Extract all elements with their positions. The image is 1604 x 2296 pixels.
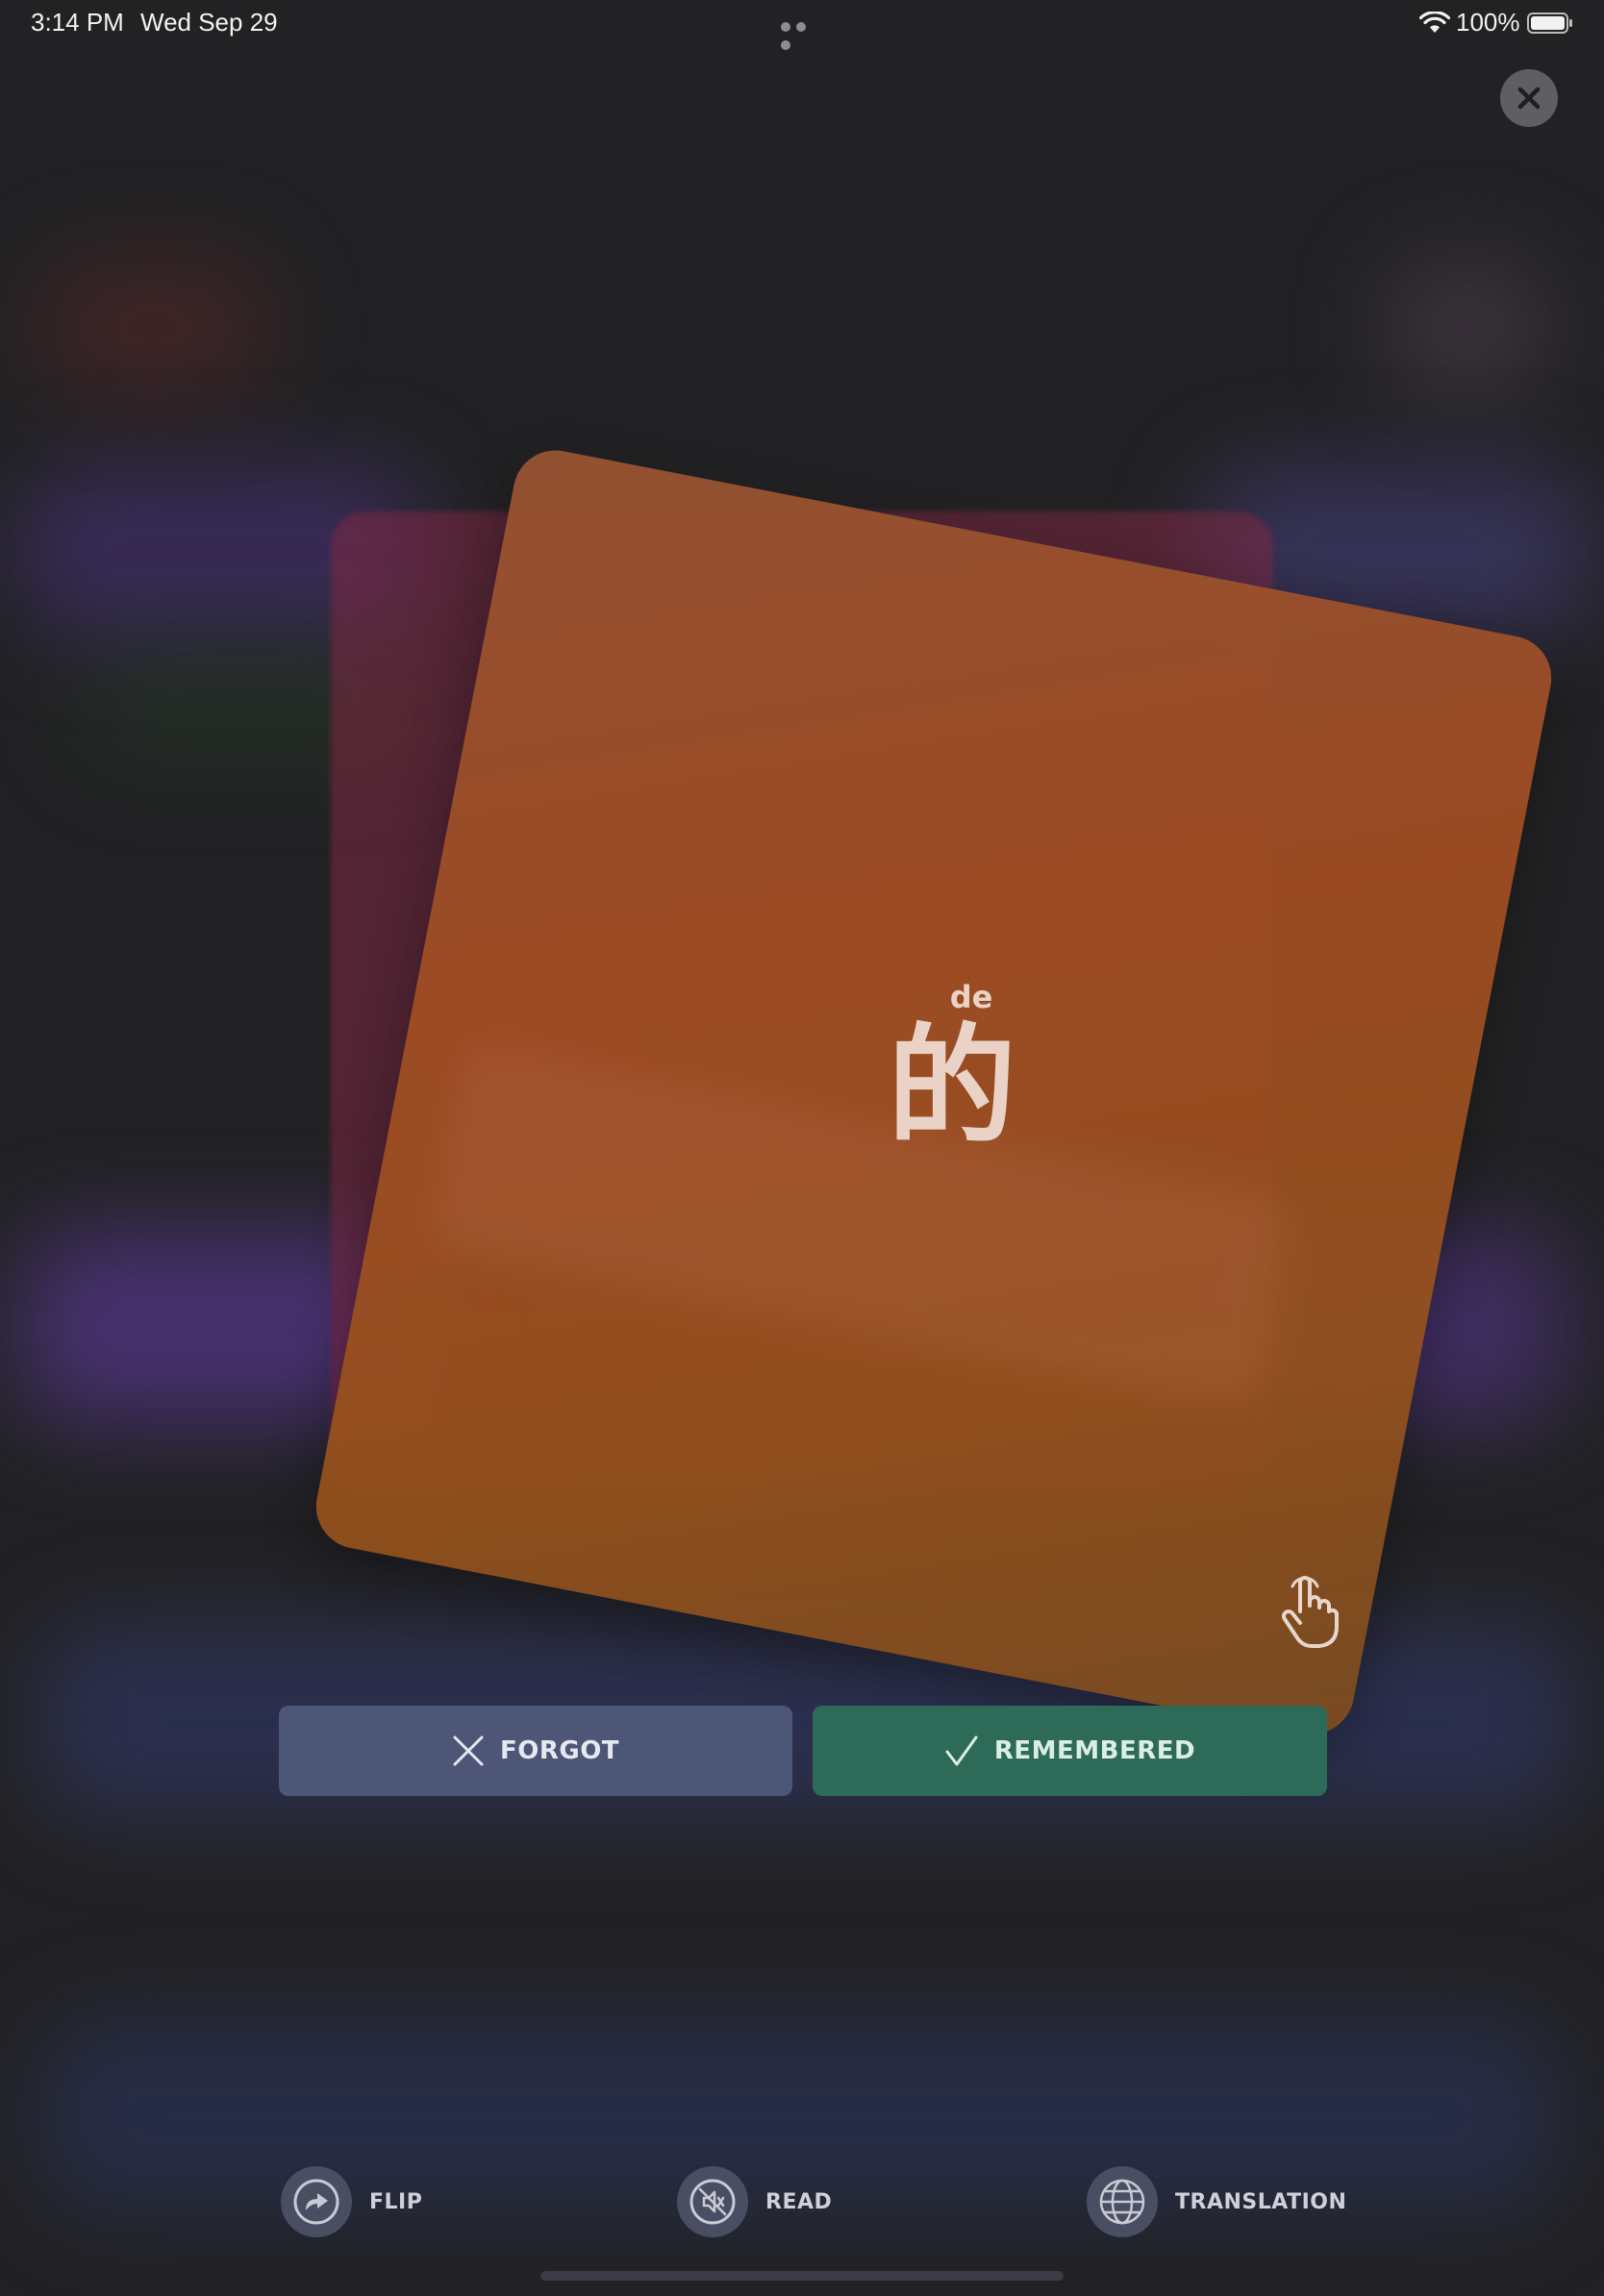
translation-label: TRANSLATION <box>1175 2189 1347 2214</box>
close-icon <box>1517 87 1541 110</box>
flip-label: FLIP <box>369 2189 423 2214</box>
forgot-button[interactable]: FORGOT <box>279 1706 792 1796</box>
remembered-label: REMEMBERED <box>993 1736 1196 1765</box>
home-indicator[interactable] <box>540 2271 1064 2281</box>
read-action[interactable]: READ <box>677 2165 832 2238</box>
multitasking-dots-icon[interactable] <box>781 17 823 50</box>
battery-icon <box>1527 12 1572 34</box>
status-time: 3:14 PM <box>31 8 124 37</box>
flip-action[interactable]: FLIP <box>281 2165 422 2238</box>
battery-percent: 100% <box>1456 8 1520 37</box>
status-bar: 3:14 PM Wed Sep 29 100% <box>0 0 1604 50</box>
checkmark-icon <box>945 1735 978 1766</box>
remembered-button[interactable]: REMEMBERED <box>813 1706 1327 1796</box>
tap-hand-icon <box>1282 1576 1339 1648</box>
read-label: READ <box>765 2189 833 2214</box>
forgot-label: FORGOT <box>499 1736 620 1765</box>
wifi-icon <box>1419 12 1450 33</box>
speaker-muted-icon <box>677 2166 748 2237</box>
flashcard-pinyin: de <box>949 979 993 1015</box>
status-date: Wed Sep 29 <box>140 8 278 37</box>
flashcard-character: 的 <box>887 1011 1016 1161</box>
x-icon <box>453 1735 484 1766</box>
flip-icon <box>281 2166 352 2237</box>
globe-icon <box>1087 2166 1158 2237</box>
translation-action[interactable]: TRANSLATION <box>1087 2165 1346 2238</box>
close-button[interactable] <box>1500 69 1558 127</box>
